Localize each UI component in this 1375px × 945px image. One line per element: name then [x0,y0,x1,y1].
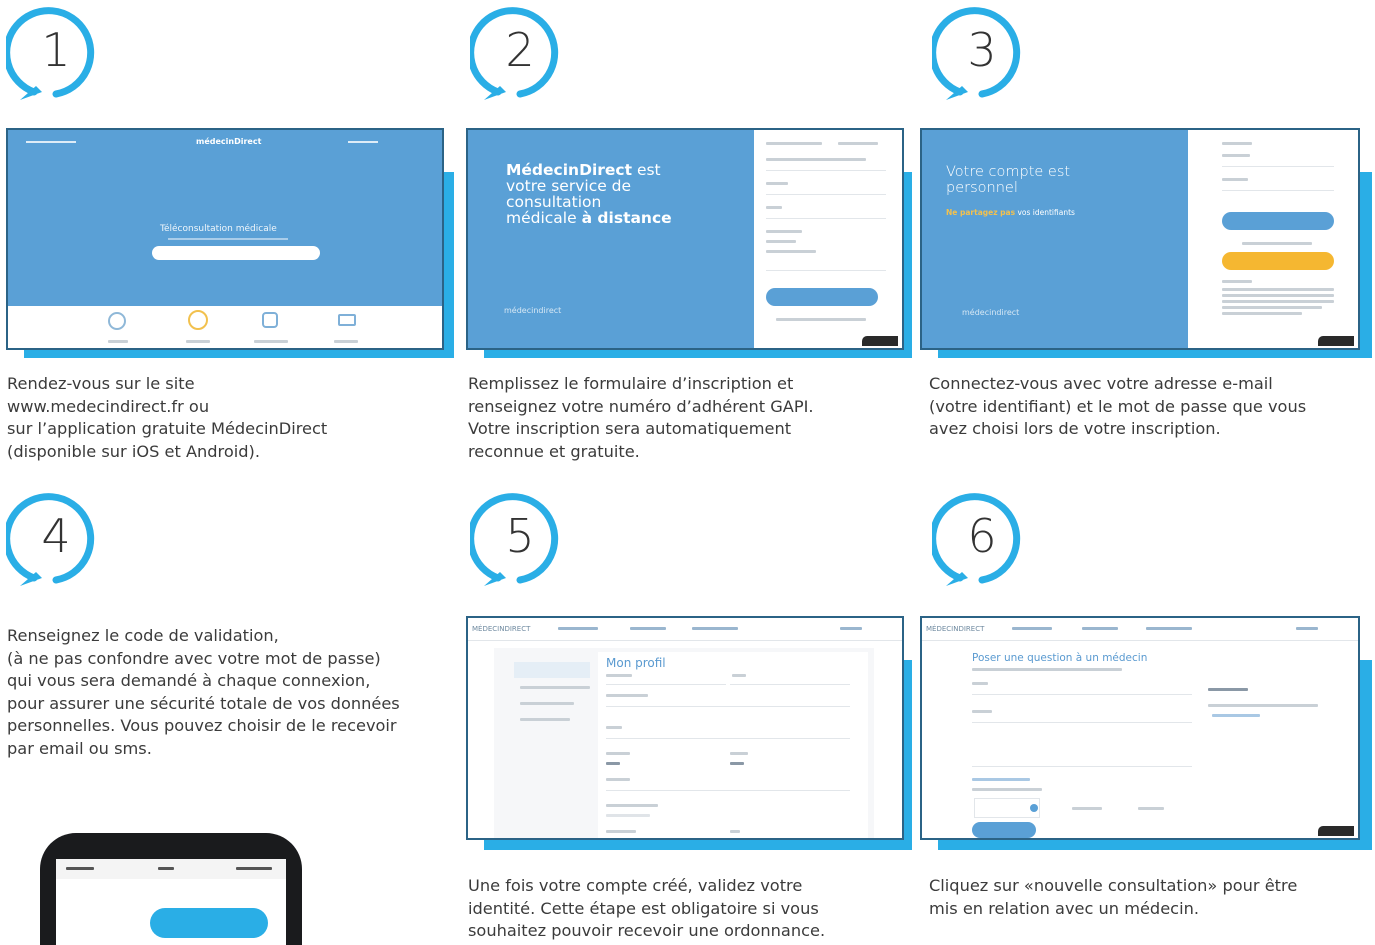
step-number: 6 [967,509,997,563]
step-number: 5 [505,509,535,563]
step-4-caption: Renseignez le code de validation, (à ne … [7,626,400,758]
step-number: 4 [41,509,71,563]
step-6-badge: 6 [932,492,1030,590]
step-6-caption: Cliquez sur «nouvelle consultation» pour… [929,876,1298,918]
site-logo: médecinDirect [196,137,262,146]
search-bar [152,246,320,260]
continue-button[interactable] [766,288,878,306]
step-number: 3 [967,23,997,77]
chat-icon [188,310,208,330]
submit-question-button[interactable] [972,822,1036,838]
step-2-screenshot: MédecinDirect est votre service de consu… [466,128,912,358]
video-icon [338,314,356,326]
step-5-screenshot: MÉDECINDIRECT Mon profil [466,616,912,850]
create-account-button[interactable] [1222,252,1334,270]
consult-logo: MÉDECINDIRECT [926,625,985,633]
step-5-badge: 5 [470,492,568,590]
step-number: 2 [505,23,535,77]
step-1-caption: Rendez-vous sur le site www.medecindirec… [7,374,328,461]
step-1-screenshot: médecinDirect Téléconsultation médicale [6,128,454,358]
step-1-badge: 1 [6,6,104,104]
login-subline: Ne partagez pas vos identifiants [946,208,1075,217]
step-3-badge: 3 [932,6,1030,104]
step-6-screenshot: MÉDECINDIRECT Poser une question à un mé… [920,616,1372,850]
phone-icon [262,312,278,328]
step-2-badge: 2 [470,6,568,104]
login-logo: médecindirect [962,308,1020,317]
profile-logo: MÉDECINDIRECT [472,625,531,633]
step-4-badge: 4 [6,492,104,590]
login-headline: Votre compte est personnel [946,164,1071,196]
step-5-caption: Une fois votre compte créé, validez votr… [468,876,826,940]
step-number: 1 [41,23,71,77]
step-3-caption: Connectez-vous avec votre adresse e-mail… [929,374,1307,438]
step-3-screenshot: Votre compte est personnel Ne partagez p… [920,128,1372,358]
clock-icon [108,312,126,330]
signup-headline: MédecinDirect est votre service de consu… [506,161,672,227]
consult-title: Poser une question à un médecin [972,652,1148,664]
login-button[interactable] [1222,212,1334,230]
signup-logo: médecindirect [504,306,562,315]
profile-title: Mon profil [606,656,666,670]
hero-headline: Téléconsultation médicale [160,224,277,234]
smartphone-image [40,833,302,945]
step-2-caption: Remplissez le formulaire d’inscription e… [468,374,814,461]
